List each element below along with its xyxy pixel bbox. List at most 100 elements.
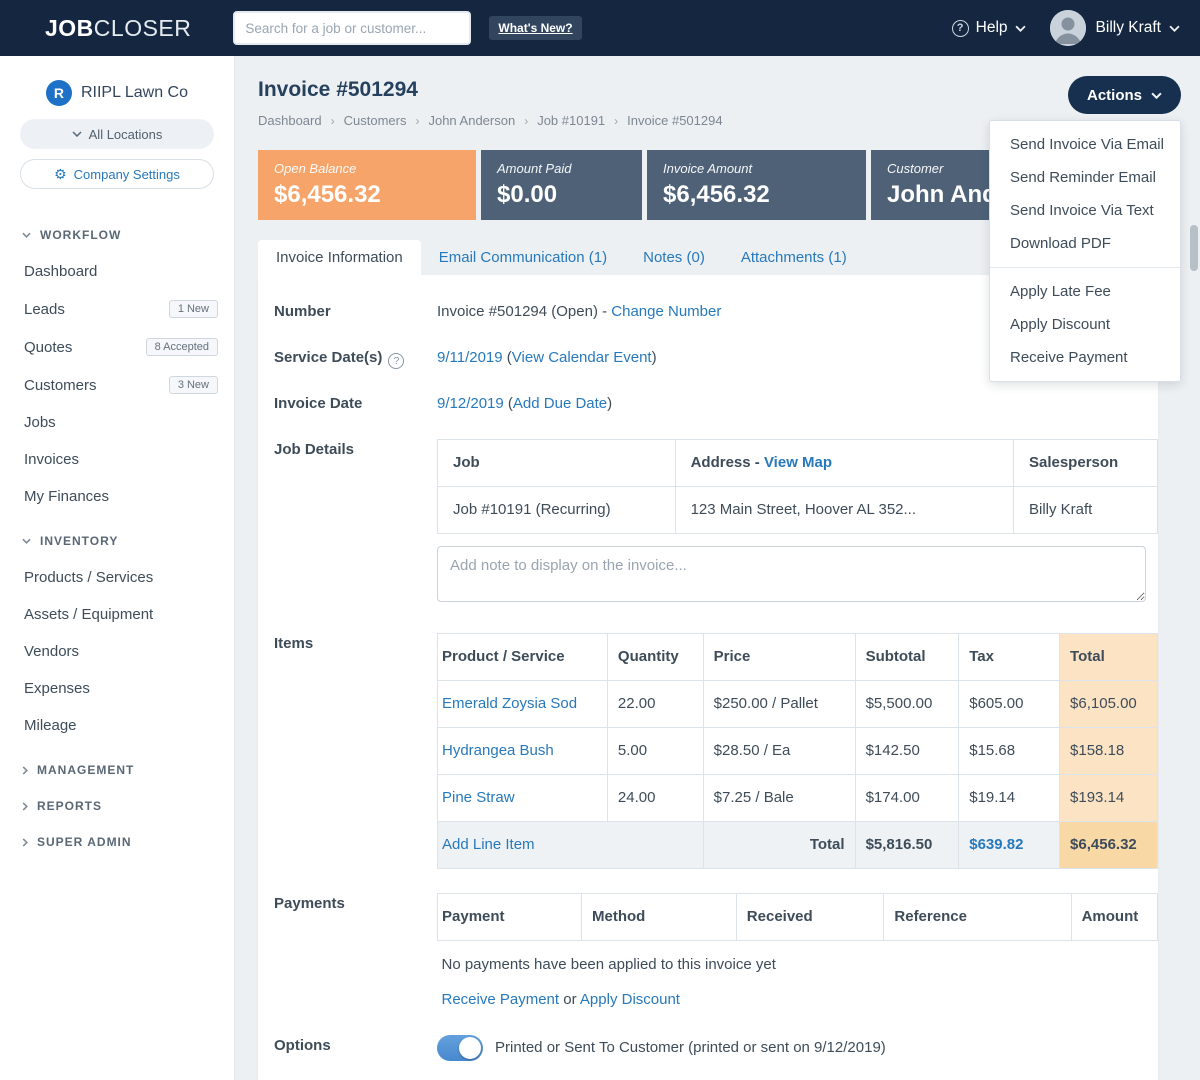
- total-header: Total: [1060, 634, 1158, 681]
- all-locations-dropdown[interactable]: All Locations: [20, 119, 214, 149]
- menu-item-download-pdf[interactable]: Download PDF: [990, 227, 1180, 260]
- menu-item-apply-late-fee[interactable]: Apply Late Fee: [990, 275, 1180, 308]
- product-link[interactable]: Emerald Zoysia Sod: [442, 695, 577, 712]
- conjunction-text: or: [563, 991, 576, 1008]
- sidebar-item-label: Expenses: [24, 680, 90, 697]
- company-header[interactable]: R RIIPL Lawn Co: [0, 80, 234, 106]
- product-link[interactable]: Hydrangea Bush: [442, 742, 554, 759]
- customers-badge: 3 New: [169, 376, 218, 394]
- service-date-link[interactable]: 9/11/2019: [437, 349, 503, 366]
- breadcrumb-separator: ›: [331, 114, 335, 128]
- sidebar-item-assets-equipment[interactable]: Assets / Equipment: [0, 596, 234, 633]
- sidebar-item-leads[interactable]: Leads1 New: [0, 290, 234, 328]
- invoice-note-input[interactable]: [437, 546, 1146, 602]
- stat-value: $6,456.32: [274, 181, 460, 209]
- tab-attachments[interactable]: Attachments (1): [723, 240, 865, 275]
- breadcrumb-item-job[interactable]: Job #10191: [537, 113, 605, 128]
- user-avatar[interactable]: [1050, 10, 1086, 46]
- price-cell: $28.50 / Ea: [703, 728, 855, 775]
- topbar: JOBCLOSER What's New? ? Help Billy Kraft: [0, 0, 1200, 56]
- sidebar-item-label: Vendors: [24, 643, 79, 660]
- payments-empty-row: No payments have been applied to this in…: [438, 941, 1158, 977]
- subtotal-cell: $5,500.00: [855, 681, 959, 728]
- breadcrumb-item-customer[interactable]: John Anderson: [428, 113, 515, 128]
- company-name: RIIPL Lawn Co: [81, 84, 188, 102]
- menu-item-apply-discount[interactable]: Apply Discount: [990, 308, 1180, 341]
- sidebar-item-invoices[interactable]: Invoices: [0, 441, 234, 478]
- section-label: SUPER ADMIN: [37, 835, 132, 849]
- job-details-value: Job Address - View Map Salesperson Job #…: [437, 439, 1158, 609]
- payments-actions-row: Receive Payment or Apply Discount: [438, 976, 1158, 1011]
- actions-button[interactable]: Actions: [1068, 76, 1181, 114]
- menu-item-receive-payment[interactable]: Receive Payment: [990, 341, 1180, 374]
- receive-payment-link[interactable]: Receive Payment: [442, 991, 560, 1008]
- change-number-link[interactable]: Change Number: [611, 303, 721, 320]
- address-cell: 123 Main Street, Hoover AL 352...: [675, 487, 1013, 534]
- printed-sent-toggle[interactable]: [437, 1035, 483, 1061]
- menu-item-send-invoice-via-email[interactable]: Send Invoice Via Email: [990, 128, 1180, 161]
- info-icon[interactable]: ?: [388, 353, 404, 369]
- tab-notes[interactable]: Notes (0): [625, 240, 723, 275]
- sidebar-item-label: Invoices: [24, 451, 79, 468]
- quantity-cell: 5.00: [607, 728, 703, 775]
- menu-item-send-reminder-email[interactable]: Send Reminder Email: [990, 161, 1180, 194]
- tax-total-link[interactable]: $639.82: [969, 836, 1023, 853]
- tab-email-communication[interactable]: Email Communication (1): [421, 240, 625, 275]
- invoice-date-label: Invoice Date: [274, 393, 437, 415]
- item-row: Hydrangea Bush 5.00 $28.50 / Ea $142.50 …: [438, 728, 1158, 775]
- search-input[interactable]: [233, 11, 471, 45]
- section-label: INVENTORY: [40, 534, 118, 548]
- view-map-link[interactable]: View Map: [764, 454, 832, 471]
- sidebar-section-management[interactable]: MANAGEMENT: [0, 752, 234, 788]
- sidebar-item-label: Dashboard: [24, 263, 97, 280]
- sidebar-item-expenses[interactable]: Expenses: [0, 670, 234, 707]
- user-menu[interactable]: Billy Kraft: [1096, 19, 1180, 37]
- subtotal-cell: $142.50: [855, 728, 959, 775]
- sidebar-section-super-admin[interactable]: SUPER ADMIN: [0, 824, 234, 860]
- chevron-down-icon: [1151, 92, 1162, 99]
- apply-discount-link[interactable]: Apply Discount: [580, 991, 680, 1008]
- product-link[interactable]: Pine Straw: [442, 789, 515, 806]
- total-cell: $193.14: [1060, 775, 1158, 822]
- job-details-label: Job Details: [274, 439, 437, 609]
- page-title: Invoice #501294: [258, 78, 1158, 102]
- section-label: REPORTS: [37, 799, 102, 813]
- items-value: Product / Service Quantity Price Subtota…: [437, 633, 1158, 869]
- breadcrumb-item-dashboard[interactable]: Dashboard: [258, 113, 322, 128]
- sidebar-item-mileage[interactable]: Mileage: [0, 707, 234, 744]
- sidebar-section-inventory[interactable]: INVENTORY: [0, 523, 234, 559]
- printed-sent-text: Printed or Sent To Customer (printed or …: [495, 1037, 886, 1059]
- sidebar-section-workflow[interactable]: WORKFLOW: [0, 217, 234, 253]
- menu-item-send-invoice-via-text[interactable]: Send Invoice Via Text: [990, 194, 1180, 227]
- stat-value: $0.00: [497, 181, 626, 209]
- sidebar-item-quotes[interactable]: Quotes8 Accepted: [0, 328, 234, 366]
- actions-menu: Send Invoice Via Email Send Reminder Ema…: [989, 120, 1181, 382]
- logo-bold: JOB: [45, 15, 94, 41]
- sidebar-item-vendors[interactable]: Vendors: [0, 633, 234, 670]
- sidebar-nav: WORKFLOW Dashboard Leads1 New Quotes8 Ac…: [0, 217, 234, 860]
- invoice-date-link[interactable]: 9/12/2019: [437, 395, 504, 412]
- view-calendar-event-link[interactable]: View Calendar Event: [512, 349, 652, 366]
- sidebar-section-reports[interactable]: REPORTS: [0, 788, 234, 824]
- sidebar-item-jobs[interactable]: Jobs: [0, 404, 234, 441]
- subtotal-cell: $174.00: [855, 775, 959, 822]
- sidebar-item-label: Jobs: [24, 414, 56, 431]
- whats-new-button[interactable]: What's New?: [489, 16, 581, 40]
- app-logo[interactable]: JOBCLOSER: [45, 15, 191, 42]
- add-line-item-link[interactable]: Add Line Item: [442, 836, 535, 853]
- add-due-date-link[interactable]: Add Due Date: [513, 395, 607, 412]
- tab-invoice-information[interactable]: Invoice Information: [258, 240, 421, 275]
- scrollbar-thumb[interactable]: [1190, 225, 1198, 271]
- help-menu[interactable]: ? Help: [952, 19, 1026, 37]
- breadcrumb-item-customers[interactable]: Customers: [344, 113, 407, 128]
- leads-badge: 1 New: [169, 300, 218, 318]
- toggle-knob: [459, 1037, 481, 1059]
- total-cell: $158.18: [1060, 728, 1158, 775]
- sidebar-item-customers[interactable]: Customers3 New: [0, 366, 234, 404]
- sidebar-item-products-services[interactable]: Products / Services: [0, 559, 234, 596]
- paren: ): [652, 349, 657, 366]
- sidebar-item-my-finances[interactable]: My Finances: [0, 478, 234, 515]
- payments-label: Payments: [274, 893, 437, 1011]
- sidebar-item-dashboard[interactable]: Dashboard: [0, 253, 234, 290]
- company-settings-button[interactable]: ⚙ Company Settings: [20, 159, 214, 189]
